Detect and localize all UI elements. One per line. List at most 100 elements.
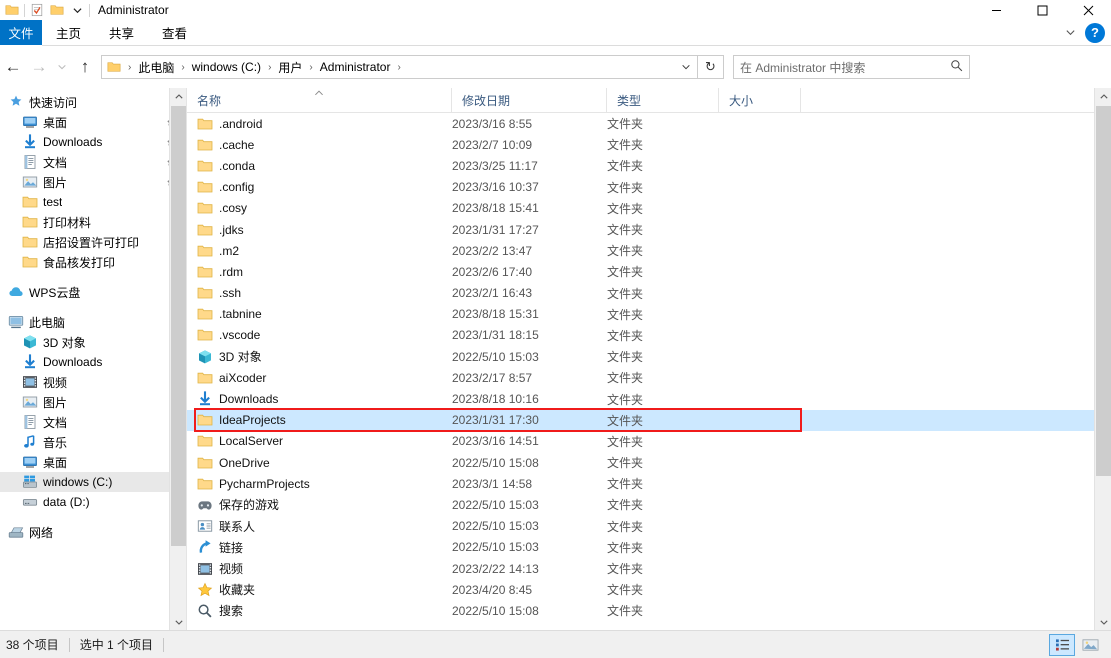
close-button[interactable] [1065, 0, 1111, 20]
sidebar-item-[interactable]: 文档 [0, 412, 186, 432]
scrollbar-thumb[interactable] [171, 106, 186, 546]
tab-file[interactable]: 文件 [0, 20, 42, 45]
sidebar-group-0[interactable]: 快速访问 [0, 92, 186, 112]
sidebar-item-[interactable]: 打印材料 [0, 212, 186, 232]
table-row[interactable]: 收藏夹 2023/4/20 8:45 文件夹 [187, 579, 1111, 600]
refresh-button[interactable]: ↻ [698, 55, 724, 79]
table-row[interactable]: Downloads 2023/8/18 10:16 文件夹 [187, 388, 1111, 409]
table-row[interactable]: OneDrive 2022/5/10 15:08 文件夹 [187, 452, 1111, 473]
file-name-cell: 视频 [187, 560, 452, 577]
table-row[interactable]: 联系人 2022/5/10 15:03 文件夹 [187, 516, 1111, 537]
table-row[interactable]: 链接 2022/5/10 15:03 文件夹 [187, 537, 1111, 558]
search-box[interactable]: 在 Administrator 中搜索 [733, 55, 970, 79]
desktop-icon [22, 114, 38, 130]
details-view-button[interactable] [1049, 633, 1075, 656]
minimize-button[interactable] [973, 0, 1019, 20]
sidebar-item-[interactable]: 图片 [0, 392, 186, 412]
sidebar-item-3d[interactable]: 3D 对象 [0, 332, 186, 352]
file-type-cell: 文件夹 [607, 117, 644, 132]
large-icons-view-button[interactable] [1077, 634, 1103, 656]
file-list-scrollbar[interactable] [1094, 88, 1111, 630]
column-header-type[interactable]: 类型 [607, 88, 719, 112]
desktop-icon [22, 454, 38, 470]
forward-button[interactable]: → [26, 52, 52, 82]
sidebar-item-[interactable]: 店招设置许可打印 [0, 232, 186, 252]
customize-chevron-icon[interactable] [67, 1, 87, 19]
table-row[interactable]: 视频 2023/2/22 14:13 文件夹 [187, 558, 1111, 579]
new-folder-icon[interactable] [47, 1, 67, 19]
breadcrumb-item-windows-c[interactable]: windows (C:) [189, 60, 264, 74]
sidebar-item-downloads[interactable]: Downloads [0, 352, 186, 372]
sidebar-item-[interactable]: 图片 [0, 172, 186, 192]
sidebar-group-3[interactable]: 网络 [0, 522, 186, 542]
maximize-button[interactable] [1019, 0, 1065, 20]
help-button[interactable]: ? [1085, 22, 1105, 43]
tab-share[interactable]: 共享 [95, 20, 148, 45]
table-row[interactable]: 搜索 2022/5/10 15:08 文件夹 [187, 600, 1111, 621]
table-row[interactable]: .jdks 2023/1/31 17:27 文件夹 [187, 219, 1111, 240]
breadcrumb-item-users[interactable]: 用户 [275, 59, 305, 76]
table-row[interactable]: .android 2023/3/16 8:55 文件夹 [187, 113, 1111, 134]
table-row[interactable]: .rdm 2023/2/6 17:40 文件夹 [187, 261, 1111, 282]
divider [24, 3, 25, 17]
scroll-up-icon[interactable] [170, 88, 186, 105]
table-row[interactable]: .cache 2023/2/7 10:09 文件夹 [187, 134, 1111, 155]
breadcrumb-item-this-pc[interactable]: 此电脑 [135, 59, 177, 76]
sidebar-item-downloads[interactable]: Downloads [0, 132, 186, 152]
search-folder-icon [197, 603, 213, 619]
properties-icon[interactable] [27, 1, 47, 19]
folder-icon [197, 158, 213, 174]
sidebar-item-datad[interactable]: data (D:) [0, 492, 186, 512]
column-header-date-modified[interactable]: 修改日期 [452, 88, 607, 112]
scroll-up-icon[interactable] [1095, 88, 1111, 105]
table-row[interactable]: aiXcoder 2023/2/17 8:57 文件夹 [187, 367, 1111, 388]
scroll-down-icon[interactable] [170, 613, 186, 630]
folder-icon [197, 476, 213, 492]
scroll-down-icon[interactable] [1095, 613, 1111, 630]
table-row[interactable]: .vscode 2023/1/31 18:15 文件夹 [187, 325, 1111, 346]
sidebar-item-label: 3D 对象 [43, 335, 86, 350]
up-button[interactable]: ↑ [72, 52, 98, 82]
column-header-size[interactable]: 大小 [719, 88, 801, 112]
sidebar-group-2[interactable]: 此电脑 [0, 312, 186, 332]
scrollbar-thumb[interactable] [1096, 106, 1111, 476]
sidebar-item-[interactable]: 音乐 [0, 432, 186, 452]
table-row[interactable]: 保存的游戏 2022/5/10 15:03 文件夹 [187, 494, 1111, 515]
sidebar-item-[interactable]: 桌面 [0, 112, 186, 132]
table-row[interactable]: PycharmProjects 2023/3/1 14:58 文件夹 [187, 473, 1111, 494]
navigation-scrollbar[interactable] [169, 88, 186, 630]
table-row[interactable]: .conda 2023/3/25 11:17 文件夹 [187, 155, 1111, 176]
sidebar-group-1[interactable]: WPS云盘 [0, 282, 186, 302]
table-row[interactable]: .m2 2023/2/2 13:47 文件夹 [187, 240, 1111, 261]
tab-home[interactable]: 主页 [42, 20, 95, 45]
sidebar-group-label: 此电脑 [29, 315, 66, 330]
table-row[interactable]: 3D 对象 2022/5/10 15:03 文件夹 [187, 346, 1111, 367]
column-header-name[interactable]: 名称 [187, 88, 452, 112]
sidebar-item-windowsc[interactable]: windows (C:) [0, 472, 186, 492]
breadcrumb-item-administrator[interactable]: Administrator [317, 60, 394, 74]
recent-locations-button[interactable] [52, 52, 72, 82]
documents-icon [22, 154, 38, 170]
table-row[interactable]: .cosy 2023/8/18 15:41 文件夹 [187, 198, 1111, 219]
file-date-cell: 2023/1/31 17:30 [452, 413, 539, 428]
table-row[interactable]: .ssh 2023/2/1 16:43 文件夹 [187, 283, 1111, 304]
tab-view[interactable]: 查看 [148, 20, 201, 45]
table-row[interactable]: IdeaProjects 2023/1/31 17:30 文件夹 [187, 409, 1111, 431]
sidebar-item-test[interactable]: test [0, 192, 186, 212]
sidebar-item-[interactable]: 食品核发打印 [0, 252, 186, 272]
table-row[interactable]: .config 2023/3/16 10:37 文件夹 [187, 177, 1111, 198]
table-row[interactable]: .tabnine 2023/8/18 15:31 文件夹 [187, 304, 1111, 325]
address-dropdown-icon[interactable] [675, 56, 697, 78]
file-date-cell: 2023/2/22 14:13 [452, 561, 539, 576]
chevron-down-icon[interactable] [1057, 20, 1083, 46]
search-input[interactable]: 在 Administrator 中搜索 [740, 59, 865, 76]
sidebar-item-[interactable]: 桌面 [0, 452, 186, 472]
sidebar-item-[interactable]: 文档 [0, 152, 186, 172]
folder-icon[interactable] [2, 1, 22, 19]
table-row[interactable]: LocalServer 2023/3/16 14:51 文件夹 [187, 431, 1111, 452]
back-button[interactable]: ← [0, 52, 26, 82]
file-date-cell: 2023/1/31 18:15 [452, 328, 539, 343]
address-bar[interactable]: › 此电脑 › windows (C:) › 用户 › Administrato… [101, 55, 698, 79]
sidebar-item-[interactable]: 视频 [0, 372, 186, 392]
file-type-cell: 文件夹 [607, 477, 644, 492]
